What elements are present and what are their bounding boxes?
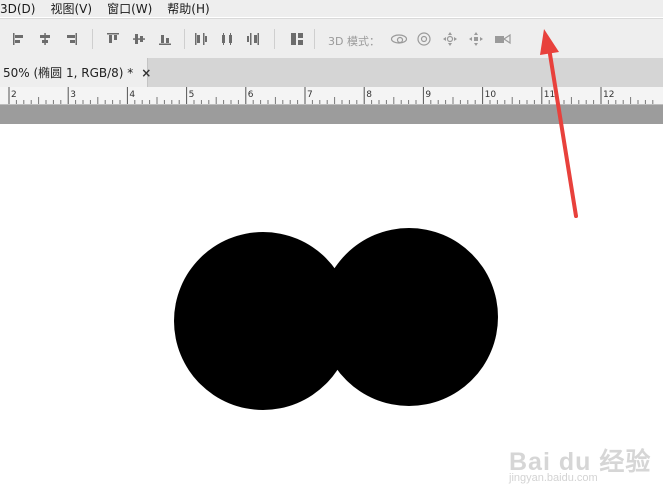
ruler-label: 8: [366, 90, 372, 100]
ruler-label: 11: [544, 90, 555, 100]
3d-orbit-icon[interactable]: [390, 32, 408, 46]
menu-view[interactable]: 视图(V): [50, 0, 92, 17]
menu-window[interactable]: 窗口(W): [107, 0, 152, 17]
ruler-label: 9: [425, 90, 431, 100]
3d-slide-icon[interactable]: [468, 32, 484, 46]
document-tab[interactable]: 50% (椭圆 1, RGB/8) * ×: [0, 58, 151, 87]
3d-mode-label: 3D 模式：: [328, 35, 380, 48]
ruler-label: 6: [248, 90, 254, 100]
3d-roll-icon[interactable]: [416, 32, 432, 46]
align-right-edges-icon[interactable]: [64, 32, 78, 46]
align-top-edges-icon[interactable]: [106, 32, 120, 46]
align-left-edges-icon[interactable]: [12, 32, 26, 46]
ellipse-shape[interactable]: [320, 228, 498, 406]
menu-help[interactable]: 帮助(H): [167, 0, 209, 17]
options-bar: 3D 模式：: [0, 18, 663, 59]
separator: [184, 29, 185, 49]
distribute-right-icon[interactable]: [246, 32, 260, 46]
horizontal-ruler: 2 3 4 5 6 7 8 9 10 11 12: [0, 87, 663, 105]
ruler-label: 12: [603, 90, 614, 100]
pasteboard: [0, 105, 663, 124]
separator: [314, 29, 315, 49]
align-bottom-edges-icon[interactable]: [158, 32, 172, 46]
document-tab-bar: 50% (椭圆 1, RGB/8) * ×: [0, 58, 663, 87]
ruler-label: 2: [11, 90, 17, 100]
photoshop-window: 3D(D) 视图(V) 窗口(W) 帮助(H) 3D 模式： 50% (椭圆 1…: [0, 0, 663, 504]
ruler-label: 5: [189, 90, 195, 100]
close-tab-icon[interactable]: ×: [141, 66, 151, 80]
separator: [92, 29, 93, 49]
ruler-label: 7: [307, 90, 313, 100]
align-vertical-centers-icon[interactable]: [132, 32, 146, 46]
3d-scale-icon[interactable]: [494, 32, 512, 46]
menu-3d[interactable]: 3D(D): [0, 2, 35, 16]
distribute-horizontal-centers-icon[interactable]: [220, 32, 234, 46]
align-horizontal-centers-icon[interactable]: [38, 32, 52, 46]
document-tab-label: 50% (椭圆 1, RGB/8) *: [3, 66, 134, 80]
ruler-label: 10: [485, 90, 497, 100]
3d-pan-icon[interactable]: [442, 32, 458, 46]
distribute-left-icon[interactable]: [194, 32, 208, 46]
ruler-label: 4: [129, 90, 135, 100]
baidu-jingyan-watermark: Bai du 经验 jingyan.baidu.com: [505, 432, 650, 492]
ruler-label: 3: [70, 90, 76, 100]
menu-bar: 3D(D) 视图(V) 窗口(W) 帮助(H): [0, 0, 663, 17]
watermark-sub: jingyan.baidu.com: [509, 472, 598, 484]
separator: [274, 29, 275, 49]
auto-align-layers-icon[interactable]: [290, 32, 304, 46]
